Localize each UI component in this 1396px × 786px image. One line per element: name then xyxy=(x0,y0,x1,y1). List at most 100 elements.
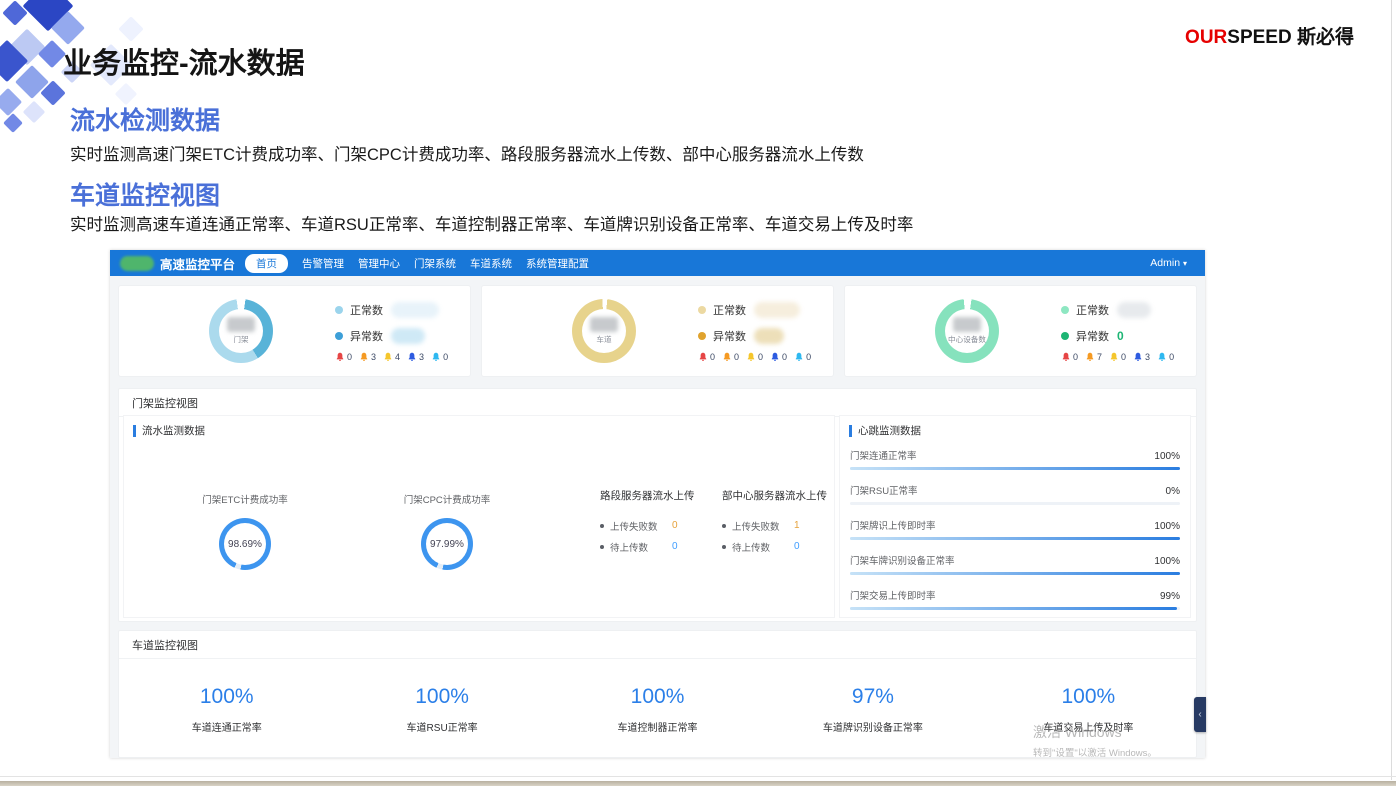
alarm-counts: 0 7 0 3 0 xyxy=(1061,352,1181,362)
bullet-dot xyxy=(722,524,726,528)
user-name: Admin xyxy=(1150,257,1180,269)
card-legend: 正常数 异常数 0 3 4 3 0 xyxy=(335,300,455,362)
heartbeat-value: 100% xyxy=(1154,451,1180,462)
lane-stat: 97%车道牌识别设备正常率 xyxy=(765,685,980,734)
page-title: 业务监控-流水数据 xyxy=(63,40,305,82)
heartbeat-value: 0% xyxy=(1166,486,1180,497)
alarm-count: 0 xyxy=(443,352,448,362)
redacted-value xyxy=(754,302,800,318)
progress-fill xyxy=(850,607,1177,610)
upload-item-value: 0 xyxy=(672,541,678,552)
heartbeat-row: 门架连通正常率 100% xyxy=(850,448,1180,470)
upload-group-section-server: 路段服务器流水上传 上传失败数0 待上传数0 xyxy=(600,488,718,557)
bell-icon xyxy=(1061,352,1071,362)
top-navbar: 高速监控平台 首页 告警管理 管理中心 门架系统 车道系统 系统管理配置 Adm… xyxy=(110,250,1205,276)
heartbeat-label: 门架交易上传即时率 xyxy=(850,588,936,602)
heartbeat-label: 门架RSU正常率 xyxy=(850,483,918,497)
progress-track xyxy=(850,502,1180,505)
abnormal-label: 异常数 xyxy=(713,328,746,344)
donut-center: 车道 xyxy=(572,299,636,363)
alarm-count: 0 xyxy=(758,352,763,362)
donut-label: 中心设备数 xyxy=(948,334,986,344)
bell-icon xyxy=(431,352,441,362)
flow-section-header: 流水监测数据 xyxy=(133,423,834,438)
normal-dot xyxy=(335,306,343,314)
alarm-count: 0 xyxy=(806,352,811,362)
upload-item-label: 上传失败数 xyxy=(732,519,794,533)
normal-dot xyxy=(698,306,706,314)
lane-monitor-panel: 车道监控视图 100%车道连通正常率 100%车道RSU正常率 100%车道控制… xyxy=(118,630,1197,758)
accent-bar xyxy=(133,425,136,437)
abnormal-label: 异常数 xyxy=(1076,328,1109,344)
bell-icon xyxy=(335,352,345,362)
alarm-count: 0 xyxy=(1121,352,1126,362)
bullet-dot xyxy=(600,545,604,549)
alarm-count: 0 xyxy=(710,352,715,362)
ourspeed-logo: OURSPEED 斯必得 xyxy=(1185,22,1354,49)
heartbeat-monitor-section: 心跳监测数据 门架连通正常率100% 门架RSU正常率0% 门架牌识上传即时率1… xyxy=(839,415,1191,618)
heartbeat-row: 门架牌识上传即时率100% xyxy=(850,518,1180,540)
dashboard-screenshot: 高速监控平台 首页 告警管理 管理中心 门架系统 车道系统 系统管理配置 Adm… xyxy=(110,250,1205,758)
upload-item-value: 1 xyxy=(794,520,800,531)
tab-management-center[interactable]: 管理中心 xyxy=(358,256,400,271)
normal-label: 正常数 xyxy=(350,302,383,318)
bell-icon xyxy=(407,352,417,362)
gauge-value: 97.99% xyxy=(430,539,464,550)
stat-label: 车道交易上传及时率 xyxy=(981,719,1196,734)
lane-stat: 100%车道控制器正常率 xyxy=(550,685,765,734)
donut-center: 中心设备数 xyxy=(935,299,999,363)
alarm-count: 7 xyxy=(1097,352,1102,362)
card-legend: 正常数 异常数0 0 7 0 3 0 xyxy=(1061,300,1181,362)
tab-gantry-system[interactable]: 门架系统 xyxy=(414,256,456,271)
tab-alarm-management[interactable]: 告警管理 xyxy=(302,256,344,271)
chevron-down-icon: ▾ xyxy=(1183,259,1187,268)
section-desc-flow: 实时监测高速门架ETC计费成功率、门架CPC计费成功率、路段服务器流水上传数、部… xyxy=(70,141,864,165)
lane-panel-title: 车道监控视图 xyxy=(119,631,1196,659)
donut-label: 车道 xyxy=(596,334,611,344)
lane-donut-chart: 车道 xyxy=(572,299,636,363)
abnormal-dot xyxy=(698,332,706,340)
redacted-count xyxy=(953,317,981,332)
progress-fill xyxy=(850,467,1180,470)
tab-system-config[interactable]: 系统管理配置 xyxy=(526,256,589,271)
stat-label: 车道控制器正常率 xyxy=(550,719,765,734)
redacted-value xyxy=(391,328,425,344)
stat-label: 车道RSU正常率 xyxy=(334,719,549,734)
heartbeat-label: 门架牌识上传即时率 xyxy=(850,518,936,532)
alarm-count: 3 xyxy=(419,352,424,362)
upload-group-title: 部中心服务器流水上传 xyxy=(722,488,840,503)
upload-group-title: 路段服务器流水上传 xyxy=(600,488,718,503)
heartbeat-label: 门架连通正常率 xyxy=(850,448,917,462)
normal-label: 正常数 xyxy=(713,302,746,318)
lane-stats-row: 100%车道连通正常率 100%车道RSU正常率 100%车道控制器正常率 97… xyxy=(119,659,1196,734)
upload-item-label: 待上传数 xyxy=(610,540,672,554)
upload-item-label: 待上传数 xyxy=(732,540,794,554)
gauge-label-etc: 门架ETC计费成功率 xyxy=(170,492,320,506)
bell-icon xyxy=(722,352,732,362)
tab-home[interactable]: 首页 xyxy=(245,254,288,273)
presentation-slide: 业务监控-流水数据 OURSPEED 斯必得 流水检测数据 实时监测高速门架ET… xyxy=(0,0,1396,786)
stat-value: 100% xyxy=(119,685,334,709)
bullet-dot xyxy=(722,545,726,549)
tab-lane-system[interactable]: 车道系统 xyxy=(470,256,512,271)
slide-bottom-line xyxy=(0,776,1396,777)
heartbeat-label: 门架车牌识别设备正常率 xyxy=(850,553,955,567)
gantry-panel-title: 门架监控视图 xyxy=(119,389,1196,417)
logo-speed: SPEED xyxy=(1227,27,1297,48)
heartbeat-row: 门架车牌识别设备正常率 100% xyxy=(850,553,1180,575)
heartbeat-row: 门架交易上传即时率99% xyxy=(850,588,1180,610)
user-menu[interactable]: Admin ▾ xyxy=(1150,257,1187,269)
bell-icon xyxy=(383,352,393,362)
progress-track xyxy=(850,537,1180,540)
heartbeat-row: 门架RSU正常率 0% xyxy=(850,483,1180,505)
abnormal-dot xyxy=(335,332,343,340)
flow-monitor-section: 流水监测数据 门架ETC计费成功率 98.69% 门架CPC计费成功率 97.9… xyxy=(123,415,835,618)
accent-bar xyxy=(849,425,852,437)
heartbeat-value: 100% xyxy=(1154,556,1180,567)
gantry-donut-chart: 门架 xyxy=(209,299,273,363)
section-desc-lane: 实时监测高速车道连通正常率、车道RSU正常率、车道控制器正常率、车道牌识别设备正… xyxy=(70,211,913,235)
alarm-counts: 0 0 0 0 0 xyxy=(698,352,818,362)
heartbeat-section-title: 心跳监测数据 xyxy=(858,423,921,438)
collapse-panel-tab[interactable]: ‹ xyxy=(1194,697,1206,732)
progress-fill xyxy=(850,572,1180,575)
